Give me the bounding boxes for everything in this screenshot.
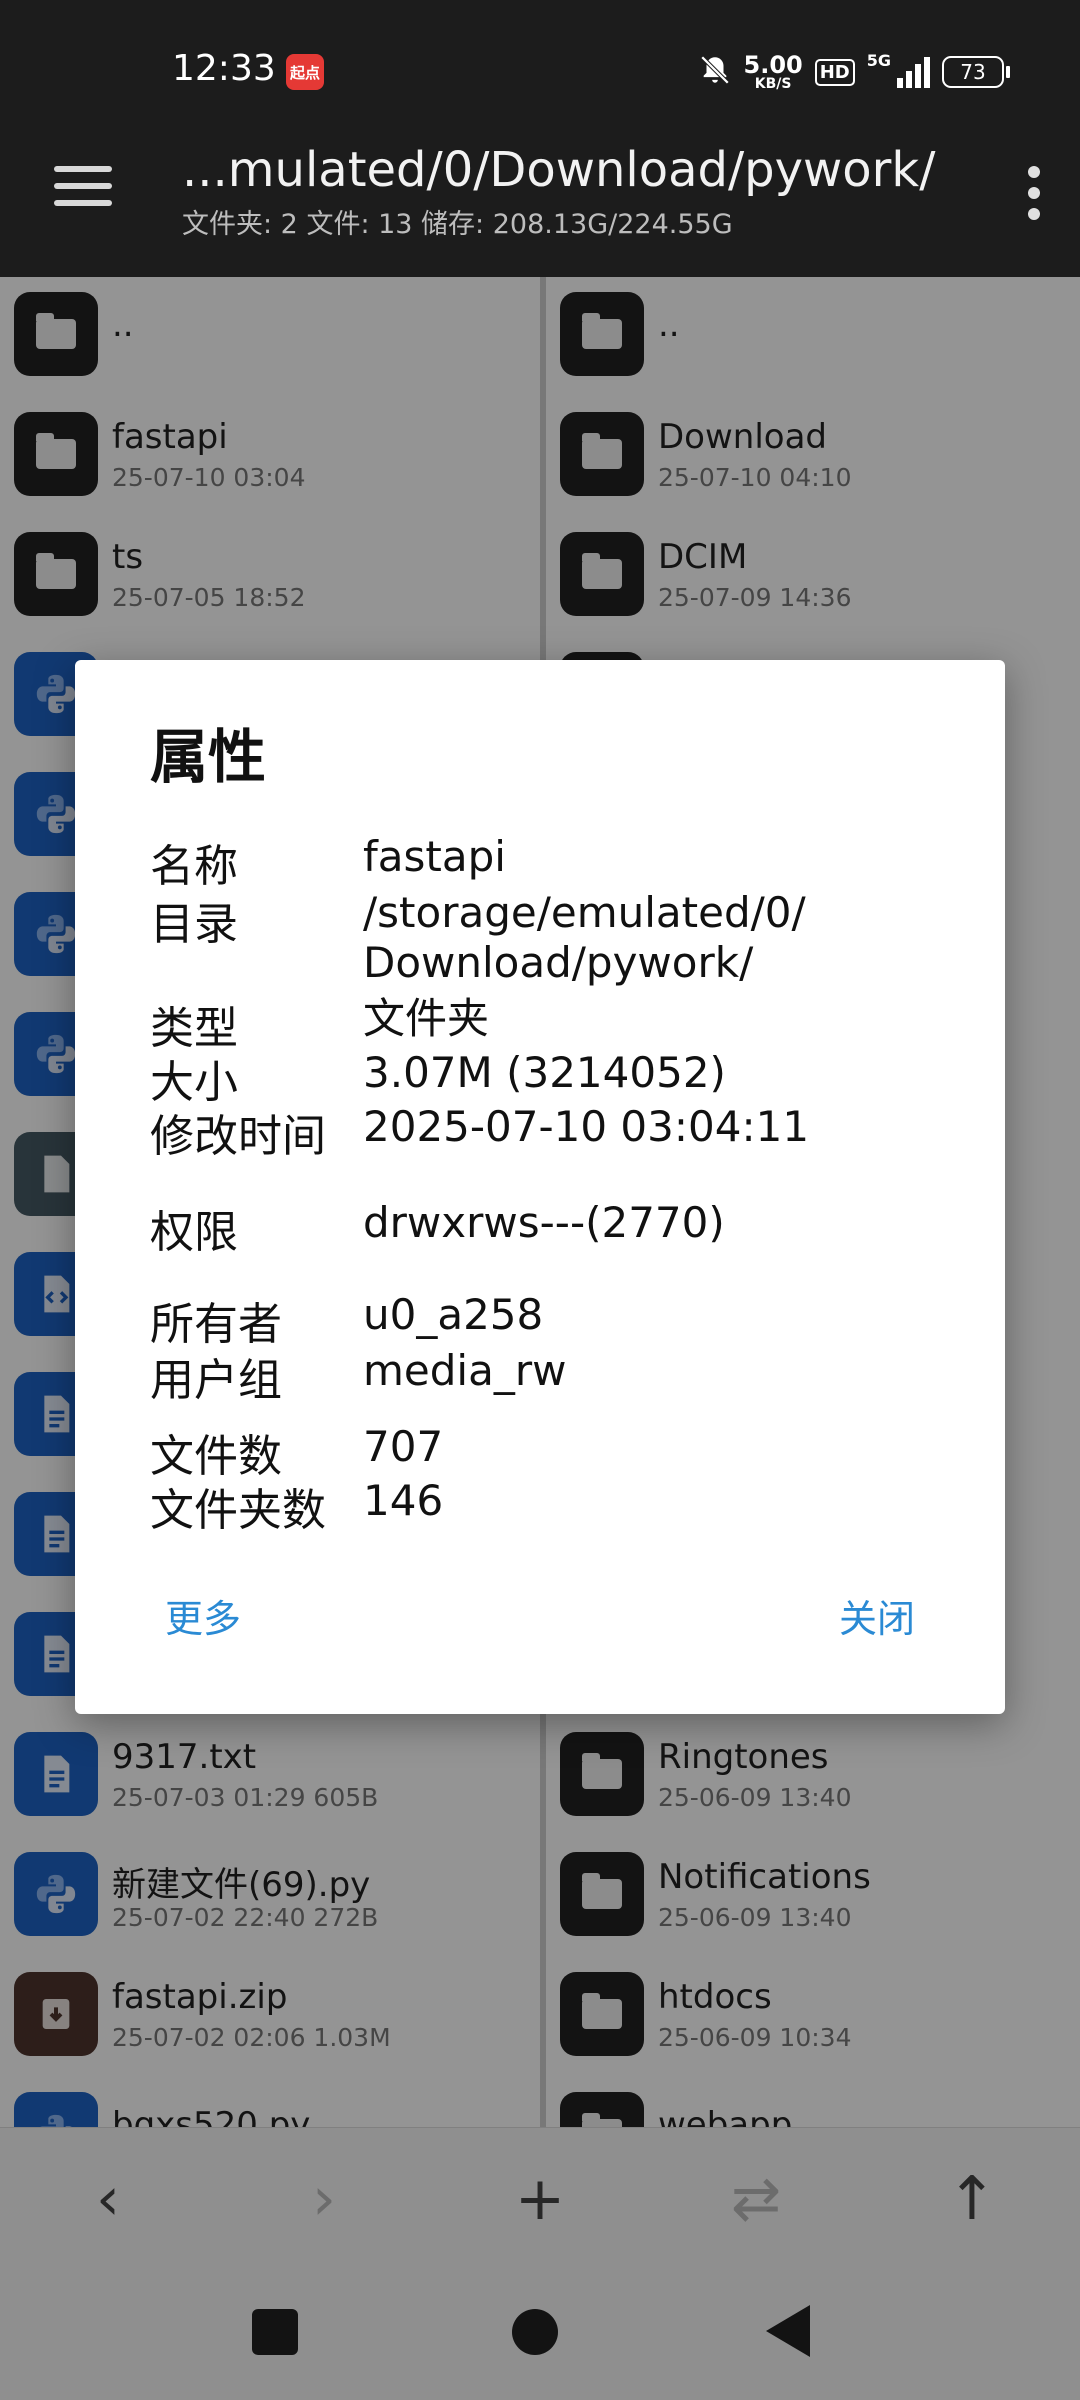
value-name: fastapi bbox=[363, 832, 506, 881]
network-speed: 5.00 KB/S bbox=[743, 51, 803, 92]
label-directory: 目录 bbox=[150, 899, 238, 950]
status-time: 12:33 bbox=[172, 48, 276, 89]
value-file-count: 707 bbox=[363, 1422, 444, 1471]
signal-icon bbox=[897, 56, 930, 88]
properties-dialog: 属性 名称 fastapi 目录 /storage/emulated/0/ Do… bbox=[75, 660, 1005, 1714]
value-directory-line2: Download/pywork/ bbox=[363, 938, 754, 987]
value-group: media_rw bbox=[363, 1346, 567, 1395]
value-folder-count: 146 bbox=[363, 1476, 444, 1525]
label-group: 用户组 bbox=[150, 1355, 282, 1406]
app-notification-icon: 起点 bbox=[286, 54, 324, 90]
storage-summary: 文件夹: 2 文件: 13 储存: 208.13G/224.55G bbox=[182, 209, 733, 240]
menu-icon[interactable] bbox=[54, 166, 112, 206]
value-owner: u0_a258 bbox=[363, 1290, 544, 1339]
bell-muted-icon bbox=[698, 53, 732, 91]
battery-icon: 73 bbox=[942, 56, 1010, 88]
status-bar: 12:33 起点 5.00 KB/S HD 5G 73 bbox=[0, 0, 1080, 140]
value-type: 文件夹 bbox=[363, 994, 490, 1043]
status-icons: 5.00 KB/S HD 5G 73 bbox=[698, 48, 1010, 96]
hd-voice-icon: HD bbox=[814, 58, 855, 86]
label-owner: 所有者 bbox=[150, 1299, 282, 1350]
more-button[interactable]: 更多 bbox=[165, 1588, 241, 1643]
current-path: ...mulated/0/Download/pywork/ bbox=[182, 142, 936, 198]
label-permissions: 权限 bbox=[150, 1207, 238, 1258]
label-folder-count: 文件夹数 bbox=[150, 1485, 326, 1536]
label-modified: 修改时间 bbox=[150, 1111, 326, 1162]
value-modified: 2025-07-10 03:04:11 bbox=[363, 1102, 810, 1151]
value-directory-line1: /storage/emulated/0/ bbox=[363, 888, 806, 937]
more-options-icon[interactable] bbox=[1028, 166, 1040, 220]
close-button[interactable]: 关闭 bbox=[839, 1588, 915, 1643]
network-type: 5G bbox=[866, 50, 891, 70]
value-permissions: drwxrws---(2770) bbox=[363, 1198, 725, 1247]
label-name: 名称 bbox=[150, 841, 238, 892]
value-size: 3.07M (3214052) bbox=[363, 1048, 726, 1097]
app-toolbar: ...mulated/0/Download/pywork/ 文件夹: 2 文件:… bbox=[0, 140, 1080, 277]
dialog-title: 属性 bbox=[150, 723, 267, 791]
